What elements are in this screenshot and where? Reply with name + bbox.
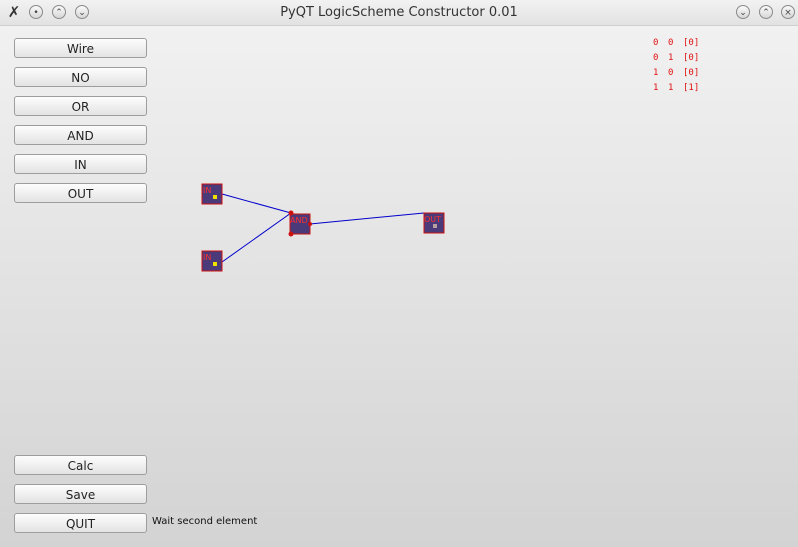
input-pin — [433, 224, 437, 228]
element-label: AND — [290, 216, 308, 225]
output-pin — [308, 222, 312, 226]
element-label: OUT — [424, 215, 441, 224]
wire[interactable] — [221, 212, 292, 263]
wire[interactable] — [309, 212, 425, 225]
output-pin — [213, 195, 217, 199]
element-label: IN — [203, 186, 211, 195]
and-element[interactable]: AND — [288, 210, 313, 237]
out-element[interactable]: OUT — [423, 212, 445, 234]
input-pin — [288, 231, 294, 237]
in-element[interactable]: IN — [201, 250, 223, 272]
output-pin — [213, 262, 217, 266]
element-label: IN — [203, 253, 211, 262]
input-pin — [288, 210, 294, 216]
in-element[interactable]: IN — [201, 183, 223, 205]
scheme-canvas[interactable]: IN IN AND OUT — [0, 0, 798, 547]
wire[interactable] — [221, 193, 292, 214]
